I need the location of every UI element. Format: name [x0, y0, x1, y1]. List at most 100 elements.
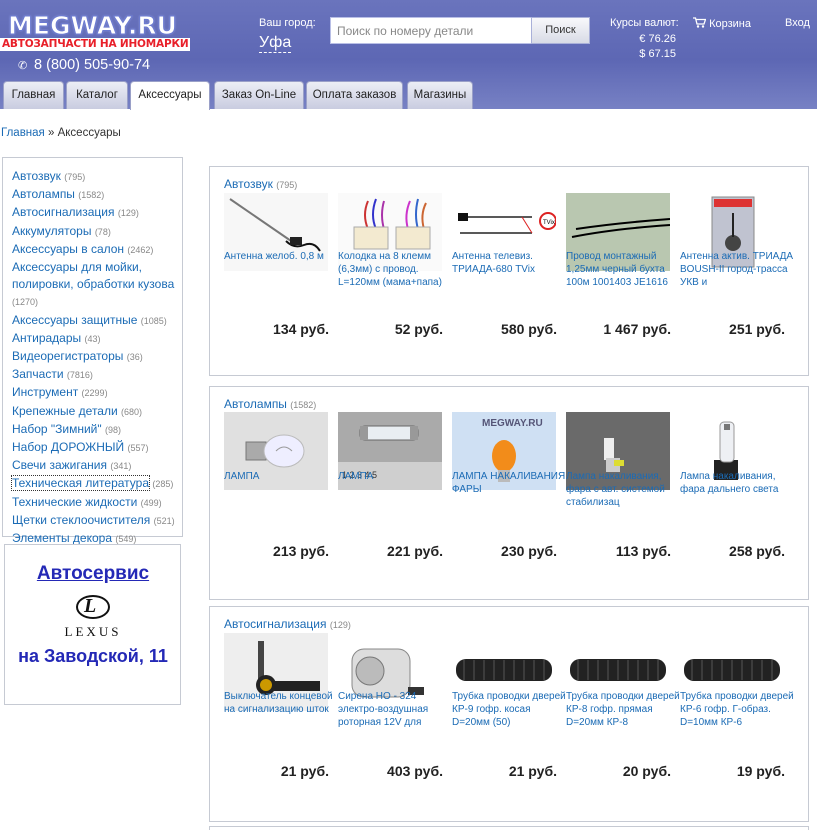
product-name-link[interactable]: Трубка проводки дверей КР-9 гофр. косая … — [452, 690, 566, 729]
search-button[interactable]: Поиск — [531, 17, 590, 44]
category-count: (129) — [117, 208, 139, 219]
category-link[interactable]: Запчасти (7816) — [12, 366, 182, 384]
product-name-link[interactable]: Антенна актив. ТРИАДА BOUSH-II город-тра… — [680, 250, 794, 289]
product-name-link[interactable]: Трубка проводки дверей КР-8 гофр. прямая… — [566, 690, 680, 729]
category-count: (43) — [84, 333, 101, 344]
category-label: Свечи зажигания — [12, 458, 107, 473]
category-link[interactable]: Набор "Зимний" (98) — [12, 421, 182, 439]
banner-brand: LEXUS — [64, 624, 122, 639]
category-count: (795) — [64, 172, 86, 182]
product-price: 251 руб. — [729, 321, 785, 337]
category-block: Автосигнализация (129) Выключатель концев… — [209, 606, 809, 822]
tab-home[interactable]: Главная — [3, 81, 64, 109]
product-card: Лампа накаливания, фара с авт. системой … — [566, 412, 680, 592]
category-link[interactable]: Аксессуары в салон (2462) — [12, 241, 182, 259]
product-name-link[interactable]: Лампа накаливания, фара с авт. системой … — [566, 470, 680, 509]
category-link[interactable]: Автосигнализация (129) — [12, 204, 182, 222]
lexus-service-banner[interactable]: Автосервис L LEXUS на Заводской, 11 — [17, 562, 169, 676]
category-link[interactable]: Антирадары (43) — [12, 330, 182, 348]
phone-icon: ✆ — [18, 60, 28, 72]
banner-address: на Заводской, 11 — [18, 646, 168, 666]
rate-eur: € 76.26 — [639, 33, 676, 45]
category-label: Элементы декора — [12, 531, 112, 546]
category-list: Автозвук (795) Автолампы (1582) Автосигнал… — [10, 168, 182, 548]
product-card: Антенна актив. ТРИАДА BOUSH-II город-тра… — [680, 193, 794, 373]
category-count: (1085) — [140, 315, 167, 326]
category-block: Автолампы (1582) ЛАМПА 213 руб. 1 2 3 4 5 ЛА… — [209, 386, 809, 600]
rate-usd: $ 67.15 — [639, 48, 676, 60]
category-block-title[interactable]: Автолампы (1582) — [224, 397, 316, 411]
category-link[interactable]: Аксессуары для мойки, полировки, обработ… — [12, 259, 182, 312]
category-link[interactable]: Видеорегистраторы (36) — [12, 348, 182, 366]
product-card: TVix Антенна телевиз. ТРИАДА-680 TVix 580 … — [452, 193, 566, 373]
site-logo[interactable]: MEGWAY.RU АВТОЗАПЧАСТИ НА ИНОМАРКИ — [0, 11, 191, 52]
block-title-label: Автолампы — [224, 397, 287, 411]
product-card: Выключатель концевой на сигнализацию што… — [224, 633, 338, 813]
product-name-link[interactable]: Сирена НО - 324 электро-воздушная роторн… — [338, 690, 452, 729]
svg-text:MEGWAY.RU: MEGWAY.RU — [482, 418, 543, 429]
category-label: Автолампы — [12, 187, 75, 202]
category-count: (1270) — [12, 297, 39, 308]
category-count: (521) — [153, 515, 175, 526]
category-label: Антирадары — [12, 330, 82, 345]
category-link[interactable]: Щетки стеклоочистителя (521) — [12, 512, 182, 530]
breadcrumb-separator: » — [47, 127, 55, 139]
product-card: Антенна желоб. 0,8 м 134 руб. — [224, 193, 338, 373]
cart-link[interactable]: Корзина — [693, 17, 751, 30]
category-count: (7816) — [66, 370, 93, 381]
product-card: Трубка проводки дверей КР-6 гофр. Г-обра… — [680, 633, 794, 813]
product-name-link[interactable]: Колодка на 8 клемм (6,3мм) с провод. L=1… — [338, 250, 452, 289]
product-name-link[interactable]: Трубка проводки дверей КР-6 гофр. Г-обра… — [680, 690, 794, 729]
cart-icon — [693, 17, 707, 28]
category-link[interactable]: Автозвук (795) — [12, 168, 182, 186]
category-block-title[interactable]: Автозвук (795) — [224, 177, 297, 191]
product-name-link[interactable]: Антенна телевиз. ТРИАДА-680 TVix — [452, 250, 566, 276]
category-link[interactable]: Аккумуляторы (78) — [12, 223, 182, 241]
category-block-title[interactable]: Автосигнализация (129) — [224, 617, 351, 631]
category-link[interactable]: Аксессуары защитные (1085) — [12, 312, 182, 330]
lexus-logo-icon: L — [76, 595, 110, 619]
category-link[interactable]: Автолампы (1582) — [12, 186, 182, 204]
product-price: 21 руб. — [508, 763, 557, 779]
tab-accessories[interactable]: Аксессуары — [130, 81, 210, 110]
tab-order-online[interactable]: Заказ On-Line — [214, 81, 304, 109]
category-link[interactable]: Крепежные детали (680) — [12, 403, 182, 421]
product-name-link[interactable]: ЛАМПА — [338, 470, 452, 483]
category-link[interactable]: Инструмент (2299) — [12, 384, 182, 402]
category-count: (78) — [94, 226, 111, 237]
category-count: (1582) — [78, 190, 105, 201]
category-count: (2299) — [81, 388, 108, 399]
block-title-count: (1582) — [290, 400, 317, 410]
category-label: Видеорегистраторы — [12, 349, 124, 364]
product-name-link[interactable]: Провод монтажный 1,25мм черный бухта 100… — [566, 250, 680, 289]
category-label: Крепежные детали — [12, 403, 118, 418]
product-name-link[interactable]: Антенна желоб. 0,8 м — [224, 250, 338, 263]
category-link[interactable]: Набор ДОРОЖНЫЙ (557) — [12, 439, 182, 457]
product-name-link[interactable]: ЛАМПА НАКАЛИВАНИЯ ФАРЫ — [452, 470, 566, 496]
product-price: 134 руб. — [273, 321, 329, 337]
tab-shops[interactable]: Магазины — [407, 81, 473, 109]
category-label: Аксессуары защитные — [12, 312, 138, 327]
login-link[interactable]: Вход — [785, 17, 810, 29]
category-link[interactable]: Техническая литература (285) — [10, 475, 182, 493]
block-title-count: (129) — [329, 620, 351, 630]
product-name-link[interactable]: ЛАМПА — [224, 470, 338, 483]
category-count: (98) — [105, 424, 122, 435]
product-name-link[interactable]: Выключатель концевой на сигнализацию што… — [224, 690, 338, 716]
svg-text:TVix: TVix — [543, 220, 555, 226]
breadcrumb-home[interactable]: Главная — [1, 127, 45, 139]
phone-number: ✆ 8 (800) 505-90-74 — [18, 57, 150, 73]
city-selector[interactable]: Уфа — [259, 34, 292, 53]
block-title-label: Автосигнализация — [224, 617, 327, 631]
category-link[interactable]: Технические жидкости (499) — [12, 494, 182, 512]
product-card: Провод монтажный 1,25мм черный бухта 100… — [566, 193, 680, 373]
product-card: Лампа накаливания, фара дальнего света 25… — [680, 412, 794, 592]
product-card: Колодка на 8 клемм (6,3мм) с провод. L=1… — [338, 193, 452, 373]
product-name-link[interactable]: Лампа накаливания, фара дальнего света — [680, 470, 794, 496]
search-input[interactable]: Поиск по номеру детали — [330, 17, 532, 44]
category-link[interactable]: Свечи зажигания (341) — [12, 457, 182, 475]
tab-catalog[interactable]: Каталог — [66, 81, 128, 109]
product-price: 258 руб. — [729, 543, 785, 559]
tab-payment[interactable]: Оплата заказов — [306, 81, 403, 109]
product-card: Сирена НО - 324 электро-воздушная роторн… — [338, 633, 452, 813]
